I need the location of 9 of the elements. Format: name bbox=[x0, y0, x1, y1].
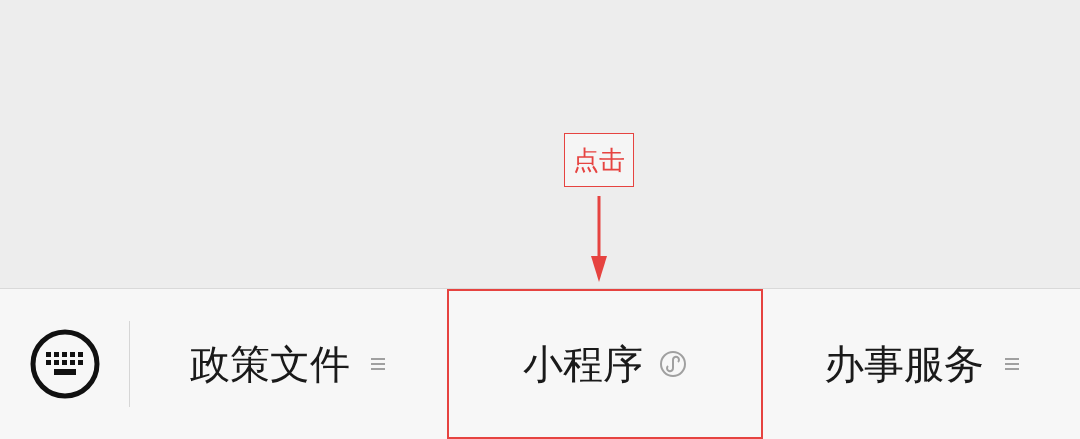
annotation-label: 点击 bbox=[564, 133, 634, 187]
keyboard-icon[interactable] bbox=[28, 328, 101, 400]
arrow-icon bbox=[590, 196, 608, 282]
menu-icon bbox=[370, 355, 387, 373]
menu-item[interactable]: 小程序 bbox=[446, 289, 764, 439]
menu-icon bbox=[1003, 355, 1020, 373]
link-icon bbox=[659, 350, 687, 378]
menu-item[interactable]: 政策文件 bbox=[130, 289, 447, 439]
menu-item[interactable]: 办事服务 bbox=[763, 289, 1080, 439]
